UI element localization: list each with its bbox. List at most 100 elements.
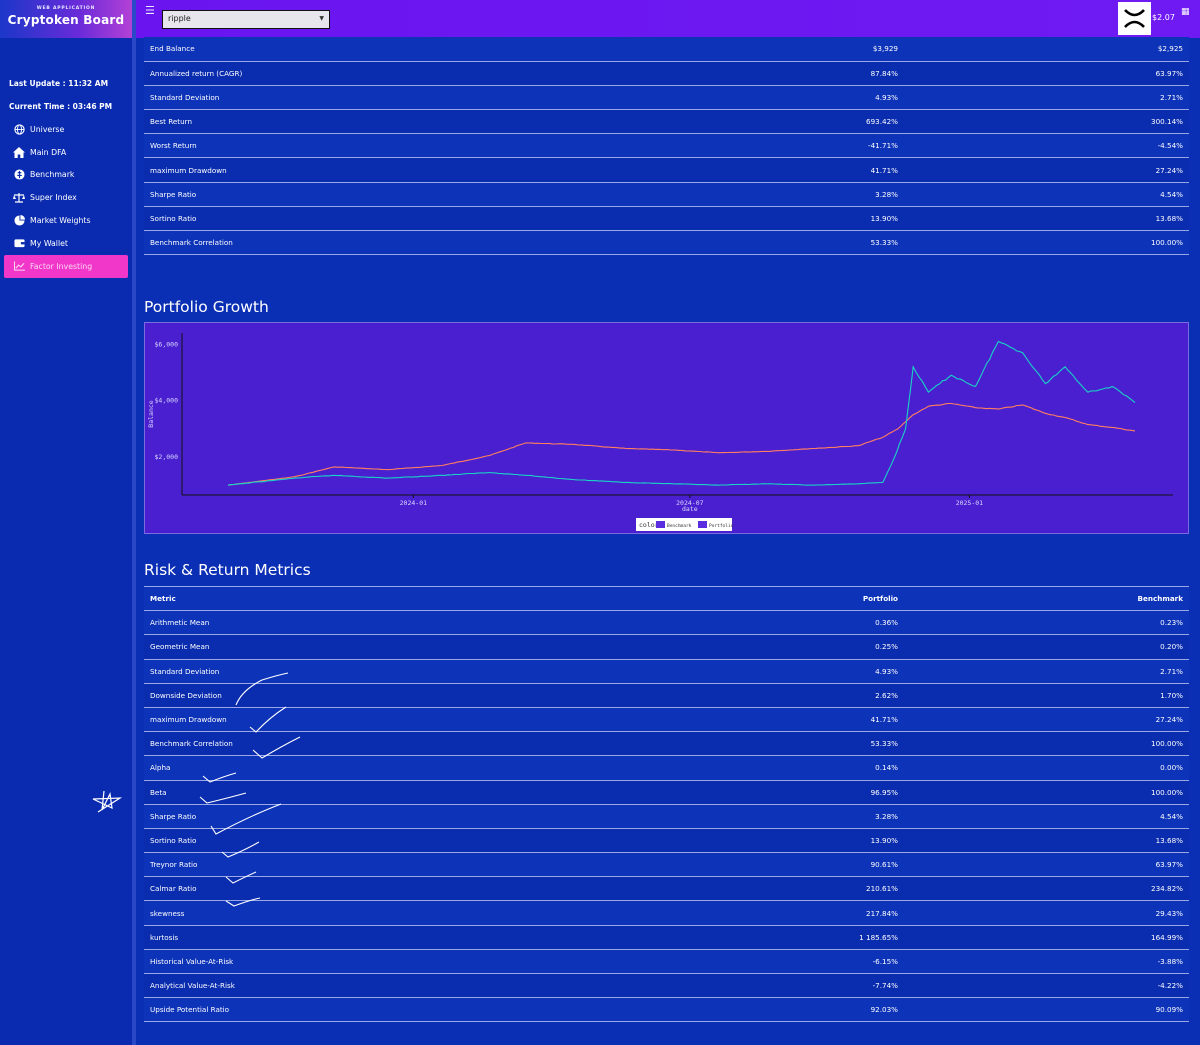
metric-name: Best Return bbox=[150, 117, 193, 127]
sidebar-item-label: Universe bbox=[30, 124, 65, 134]
sidebar-item-my-wallet[interactable]: My Wallet bbox=[4, 232, 128, 255]
benchmark-value: 0.23% bbox=[1160, 618, 1183, 628]
coin-select[interactable]: ripple ▼ bbox=[162, 10, 330, 29]
y-tick-label: $4,000 bbox=[155, 397, 179, 405]
column-header-metric: Metric bbox=[150, 594, 176, 604]
sidebar-item-factor-investing[interactable]: Factor Investing bbox=[4, 254, 128, 278]
benchmark-value: 300.14% bbox=[1151, 117, 1183, 127]
grid-icon[interactable]: ▦ bbox=[1181, 7, 1190, 17]
summary-row: Annualized return (CAGR) 87.84% 63.97% bbox=[144, 61, 1189, 86]
sidebar-item-label: Main DFA bbox=[30, 147, 67, 157]
series-line-benchmark bbox=[227, 402, 1136, 486]
benchmark-value: -3.88% bbox=[1157, 956, 1183, 966]
pie-chart-icon bbox=[13, 215, 25, 227]
y-tick-label: $6,000 bbox=[155, 340, 179, 348]
sidebar-nav: Universe Main DFA Benchmark Super Index … bbox=[4, 118, 128, 278]
top-bar: ☰ ripple ▼ $2.07 ▦ bbox=[136, 0, 1200, 38]
portfolio-value: 96.95% bbox=[870, 787, 898, 797]
sidebar-item-universe[interactable]: Universe bbox=[4, 118, 128, 141]
benchmark-value: 100.00% bbox=[1151, 787, 1183, 797]
legend-swatch-benchmark bbox=[656, 521, 665, 528]
sidebar-item-main-dfa[interactable]: Main DFA bbox=[4, 141, 128, 164]
benchmark-value: 13.68% bbox=[1155, 213, 1183, 223]
table-row: Treynor Ratio 90.61% 63.97% bbox=[144, 852, 1189, 877]
sidebar: WEB APPLICATION Cryptoken Board Last Upd… bbox=[0, 0, 132, 1045]
metric-name: Beta bbox=[150, 787, 167, 797]
portfolio-value: -41.71% bbox=[868, 141, 898, 151]
table-row: maximum Drawdown 41.71% 27.24% bbox=[144, 707, 1189, 732]
portfolio-value: -7.74% bbox=[872, 981, 898, 991]
column-header-benchmark: Benchmark bbox=[1137, 594, 1183, 604]
legend-title: color bbox=[639, 521, 659, 529]
coin-select-value: ripple bbox=[168, 14, 191, 23]
portfolio-value: 3.28% bbox=[875, 811, 898, 821]
benchmark-value: 4.54% bbox=[1160, 189, 1183, 199]
metric-name: Benchmark Correlation bbox=[150, 238, 233, 248]
benchmark-value: 0.00% bbox=[1160, 763, 1183, 773]
benchmark-value: 100.00% bbox=[1151, 739, 1183, 749]
portfolio-value: 3.28% bbox=[875, 189, 898, 199]
portfolio-value: 4.93% bbox=[875, 666, 898, 676]
table-row: Arithmetic Mean 0.36% 0.23% bbox=[144, 610, 1189, 635]
table-row: Beta 96.95% 100.00% bbox=[144, 780, 1189, 805]
x-tick-label: 2025-01 bbox=[956, 499, 983, 507]
summary-row: Sharpe Ratio 3.28% 4.54% bbox=[144, 182, 1189, 207]
sidebar-item-label: Market Weights bbox=[30, 216, 91, 226]
sidebar-item-benchmark[interactable]: Benchmark bbox=[4, 164, 128, 187]
benchmark-value: 1.70% bbox=[1160, 690, 1183, 700]
benchmark-value: -4.22% bbox=[1157, 981, 1183, 991]
metric-name: Annualized return (CAGR) bbox=[150, 68, 243, 78]
portfolio-value: 217.84% bbox=[866, 908, 898, 918]
summary-row: Worst Return -41.71% -4.54% bbox=[144, 133, 1189, 158]
portfolio-value: 92.03% bbox=[870, 1005, 898, 1015]
chevron-down-icon: ▼ bbox=[319, 15, 324, 22]
growth-chart-svg: $2,000$4,000$6,0002024-01 2024-07 2025-01d… bbox=[147, 333, 1173, 531]
benchmark-value: 63.97% bbox=[1155, 860, 1183, 870]
portfolio-value: 210.61% bbox=[866, 884, 898, 894]
portfolio-value: 87.84% bbox=[870, 68, 898, 78]
brand-title: Cryptoken Board bbox=[7, 13, 125, 27]
metric-name: Sharpe Ratio bbox=[150, 811, 197, 821]
sidebar-item-market-weights[interactable]: Market Weights bbox=[4, 209, 128, 232]
table-row: Geometric Mean 0.25% 0.20% bbox=[144, 634, 1189, 660]
metric-name: skewness bbox=[150, 908, 185, 918]
metric-name: Treynor Ratio bbox=[150, 860, 198, 870]
sidebar-item-super-index[interactable]: Super Index bbox=[4, 186, 128, 209]
table-header-row: Metric Portfolio Benchmark bbox=[144, 586, 1189, 611]
risk-metrics-table: Metric Portfolio Benchmark Arithmetic Me… bbox=[144, 586, 1189, 1022]
summary-row: Sortino Ratio 13.90% 13.68% bbox=[144, 206, 1189, 231]
summary-row: End Balance $3,929 $2,925 bbox=[144, 37, 1189, 62]
portfolio-value: 53.33% bbox=[870, 739, 898, 749]
sidebar-divider bbox=[132, 0, 136, 1045]
portfolio-value: 4.93% bbox=[875, 92, 898, 102]
metric-name: maximum Drawdown bbox=[150, 715, 227, 725]
metric-name: Worst Return bbox=[150, 141, 197, 151]
sidebar-item-label: Benchmark bbox=[30, 170, 75, 180]
sidebar-item-label: Factor Investing bbox=[30, 261, 93, 271]
hamburger-menu-icon[interactable]: ☰ bbox=[145, 4, 155, 17]
metric-name: Sharpe Ratio bbox=[150, 189, 197, 199]
sidebar-item-label: My Wallet bbox=[30, 238, 68, 248]
table-row: Sortino Ratio 13.90% 13.68% bbox=[144, 828, 1189, 853]
metric-name: Standard Deviation bbox=[150, 92, 220, 102]
star-doodle-icon bbox=[92, 790, 122, 813]
metric-name: Sortino Ratio bbox=[150, 213, 197, 223]
table-row: Downside Deviation 2.62% 1.70% bbox=[144, 683, 1189, 708]
portfolio-value: 13.90% bbox=[870, 835, 898, 845]
y-axis-title: Balance bbox=[147, 400, 155, 427]
summary-row: Standard Deviation 4.93% 2.71% bbox=[144, 85, 1189, 110]
benchmark-value: 0.20% bbox=[1160, 642, 1183, 652]
portfolio-value: 2.62% bbox=[875, 690, 898, 700]
benchmark-icon bbox=[13, 169, 25, 181]
home-icon bbox=[13, 146, 25, 158]
metric-name: Arithmetic Mean bbox=[150, 618, 210, 628]
column-header-portfolio: Portfolio bbox=[862, 594, 898, 604]
portfolio-value: 41.71% bbox=[870, 165, 898, 175]
benchmark-value: 2.71% bbox=[1160, 666, 1183, 676]
legend-entry: Portfolio bbox=[709, 523, 734, 529]
sidebar-item-label: Super Index bbox=[30, 193, 77, 203]
benchmark-value: 13.68% bbox=[1155, 835, 1183, 845]
portfolio-value: 53.33% bbox=[870, 238, 898, 248]
metric-name: End Balance bbox=[150, 44, 195, 54]
table-row: Upside Potential Ratio 92.03% 90.09% bbox=[144, 997, 1189, 1022]
